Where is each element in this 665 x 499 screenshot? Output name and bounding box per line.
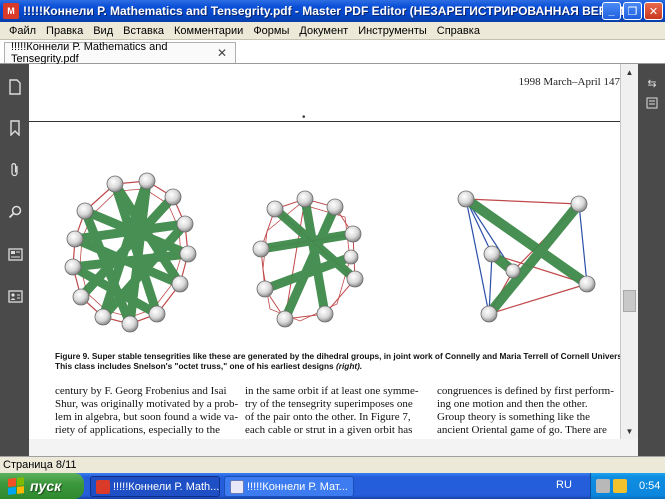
system-tray: 0:54 (590, 473, 665, 499)
security-icon[interactable] (613, 479, 627, 493)
window-title: !!!!!Коннели Р. Mathematics and Tensegri… (23, 4, 637, 18)
menu-tools[interactable]: Инструменты (353, 25, 432, 37)
figure-caption: Figure 9. Super stable tensegrities like… (55, 351, 620, 371)
attachment-icon[interactable] (4, 159, 26, 181)
scroll-up-icon[interactable]: ▲ (621, 64, 638, 80)
vertical-scrollbar[interactable]: ▲ ▼ (620, 64, 638, 439)
page-header: 1998 March–April 147 (29, 64, 620, 122)
text-line: century by F. Georg Frobenius and Isai (55, 385, 227, 397)
tensegrity-right (457, 190, 596, 323)
search-icon[interactable] (4, 201, 26, 223)
language-indicator[interactable]: RU (556, 479, 572, 491)
text-line: riety of applications, especially to the (55, 424, 220, 436)
minimize-button[interactable]: _ (602, 2, 621, 20)
page-indicator: Страница 8/11 (3, 459, 77, 471)
page-icon[interactable] (4, 76, 26, 98)
tensegrity-left (64, 172, 197, 333)
text-column-2: in the same orbit if at least one symme-… (245, 385, 419, 437)
taskbar-item-label: !!!!!Коннели Р. Math... (113, 480, 220, 493)
start-label: пуск (30, 478, 62, 494)
document-tab-bar: !!!!!Коннели Р. Mathematics and Tensegri… (0, 40, 665, 65)
menu-insert[interactable]: Вставка (118, 25, 169, 37)
menu-file[interactable]: Файл (4, 25, 41, 37)
right-panel: ⇆ (638, 64, 665, 456)
master-pdf-icon (96, 480, 110, 494)
running-head: 1998 March–April 147 (518, 76, 620, 88)
start-button[interactable]: пуск (0, 473, 84, 499)
tensegrity-figure (64, 172, 596, 333)
menu-edit[interactable]: Правка (41, 25, 88, 37)
menu-forms[interactable]: Формы (248, 25, 294, 37)
text-line: lem in algebra, but soon found a wide va… (55, 411, 238, 423)
document-bottom-gap (29, 439, 638, 456)
menu-bar: Файл Правка Вид Вставка Комментарии Форм… (0, 22, 665, 40)
text-line: of the pair onto the other. In Figure 7, (245, 411, 411, 423)
text-column-1: century by F. Georg Frobenius and Isai S… (55, 385, 239, 437)
text-line: Shur, was originally motivated by a prob… (55, 398, 239, 410)
layers-icon[interactable] (4, 243, 26, 265)
left-sidebar (0, 64, 29, 456)
text-line: ancient Oriental game of go. There are (437, 424, 607, 436)
text-line: try of the tensegrity superimposes one (245, 398, 413, 410)
menu-help[interactable]: Справка (432, 25, 485, 37)
window-controls: _ ❐ ✕ (602, 2, 663, 20)
bookmark-icon[interactable] (4, 117, 26, 139)
clock[interactable]: 0:54 (639, 480, 660, 492)
text-line: congruences is defined by first perform- (437, 385, 614, 397)
caption-label: Figure 9. (55, 351, 90, 361)
text-line: each cable or strut in a given orbit has (245, 424, 413, 436)
properties-icon[interactable] (643, 94, 661, 112)
scroll-thumb[interactable] (623, 290, 636, 312)
header-rule (29, 121, 620, 122)
center-mark: • (302, 112, 306, 123)
status-bar: Страница 8/11 (0, 456, 665, 473)
menu-document[interactable]: Документ (294, 25, 353, 37)
taskbar-item-document[interactable]: !!!!!Коннели Р. Мат... (224, 476, 354, 497)
maximize-button[interactable]: ❐ (623, 2, 642, 20)
windows-logo-icon (8, 477, 24, 495)
signatures-icon[interactable] (4, 285, 26, 307)
text-line: Group theory is something like the (437, 411, 591, 423)
taskbar-item-label: !!!!!Коннели Р. Мат... (247, 480, 348, 493)
taskbar-item-pdf-editor[interactable]: !!!!!Коннели Р. Math... (90, 476, 220, 497)
document-tab[interactable]: !!!!!Коннели Р. Mathematics and Tensegri… (4, 41, 236, 65)
menu-comments[interactable]: Комментарии (169, 25, 248, 37)
scroll-down-icon[interactable]: ▼ (621, 423, 638, 439)
title-bar: M !!!!!Коннели Р. Mathematics and Tenseg… (0, 0, 665, 22)
caption-italic: (right). (335, 361, 363, 371)
close-button[interactable]: ✕ (644, 2, 663, 20)
tab-label: !!!!!Коннели Р. Mathematics and Tensegri… (11, 41, 168, 65)
window-icon (230, 480, 244, 494)
text-line: ing one motion and then the other. (437, 398, 588, 410)
document-view[interactable]: 1998 March–April 147 • Figure 9. Super s… (29, 64, 620, 439)
tab-close-icon[interactable]: ✕ (217, 46, 227, 60)
text-line: in the same orbit if at least one symme- (245, 385, 419, 397)
text-column-3: congruences is defined by first perform-… (437, 385, 614, 437)
network-icon[interactable] (596, 479, 610, 493)
tensegrity-middle (252, 190, 364, 328)
taskbar: пуск !!!!!Коннели Р. Math... !!!!!Коннел… (0, 473, 665, 499)
app-icon[interactable]: M (3, 3, 19, 19)
panel-toggle-icon[interactable]: ⇆ (643, 74, 661, 92)
menu-view[interactable]: Вид (88, 25, 118, 37)
